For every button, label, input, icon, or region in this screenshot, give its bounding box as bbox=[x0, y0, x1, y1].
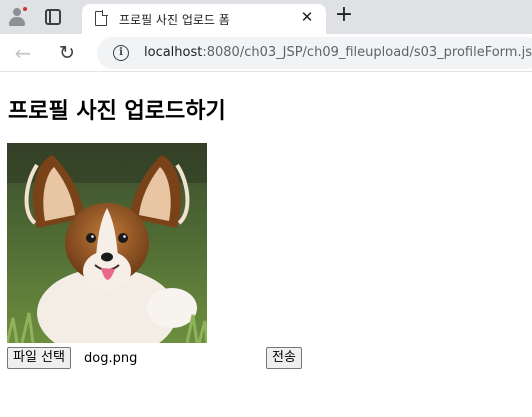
file-choose-button[interactable]: 파일 선택 bbox=[7, 347, 71, 369]
browser-tab[interactable]: 프로필 사진 업로드 폼 ✕ bbox=[82, 4, 326, 34]
notification-dot bbox=[22, 6, 28, 12]
profile-photo bbox=[7, 143, 207, 343]
info-icon[interactable]: i bbox=[113, 45, 129, 61]
selected-file-name: dog.png bbox=[84, 351, 138, 366]
page-title: 프로필 사진 업로드하기 bbox=[8, 99, 226, 124]
url-path: :8080/ch03_JSP/ch09_fileupload/s03_profi… bbox=[202, 45, 532, 60]
tab-title: 프로필 사진 업로드 폼 bbox=[119, 13, 230, 27]
tab-close-icon[interactable]: ✕ bbox=[299, 9, 315, 25]
submit-button[interactable]: 전송 bbox=[266, 347, 302, 369]
page-document-icon bbox=[95, 10, 108, 26]
url-host: localhost bbox=[144, 45, 203, 60]
reload-icon[interactable]: ↻ bbox=[56, 42, 78, 64]
tab-strip-icon[interactable] bbox=[45, 9, 61, 25]
profile-avatar-icon[interactable] bbox=[6, 5, 28, 27]
address-bar[interactable]: i localhost:8080/ch03_JSP/ch09_fileuploa… bbox=[97, 37, 532, 69]
tab-bar: 프로필 사진 업로드 폼 ✕ + bbox=[0, 0, 532, 34]
new-tab-button[interactable]: + bbox=[333, 4, 355, 27]
url-text[interactable]: localhost:8080/ch03_JSP/ch09_fileupload/… bbox=[144, 45, 532, 60]
browser-toolbar: ← ↻ i localhost:8080/ch03_JSP/ch09_fileu… bbox=[0, 34, 532, 72]
back-arrow-icon[interactable]: ← bbox=[12, 42, 34, 64]
